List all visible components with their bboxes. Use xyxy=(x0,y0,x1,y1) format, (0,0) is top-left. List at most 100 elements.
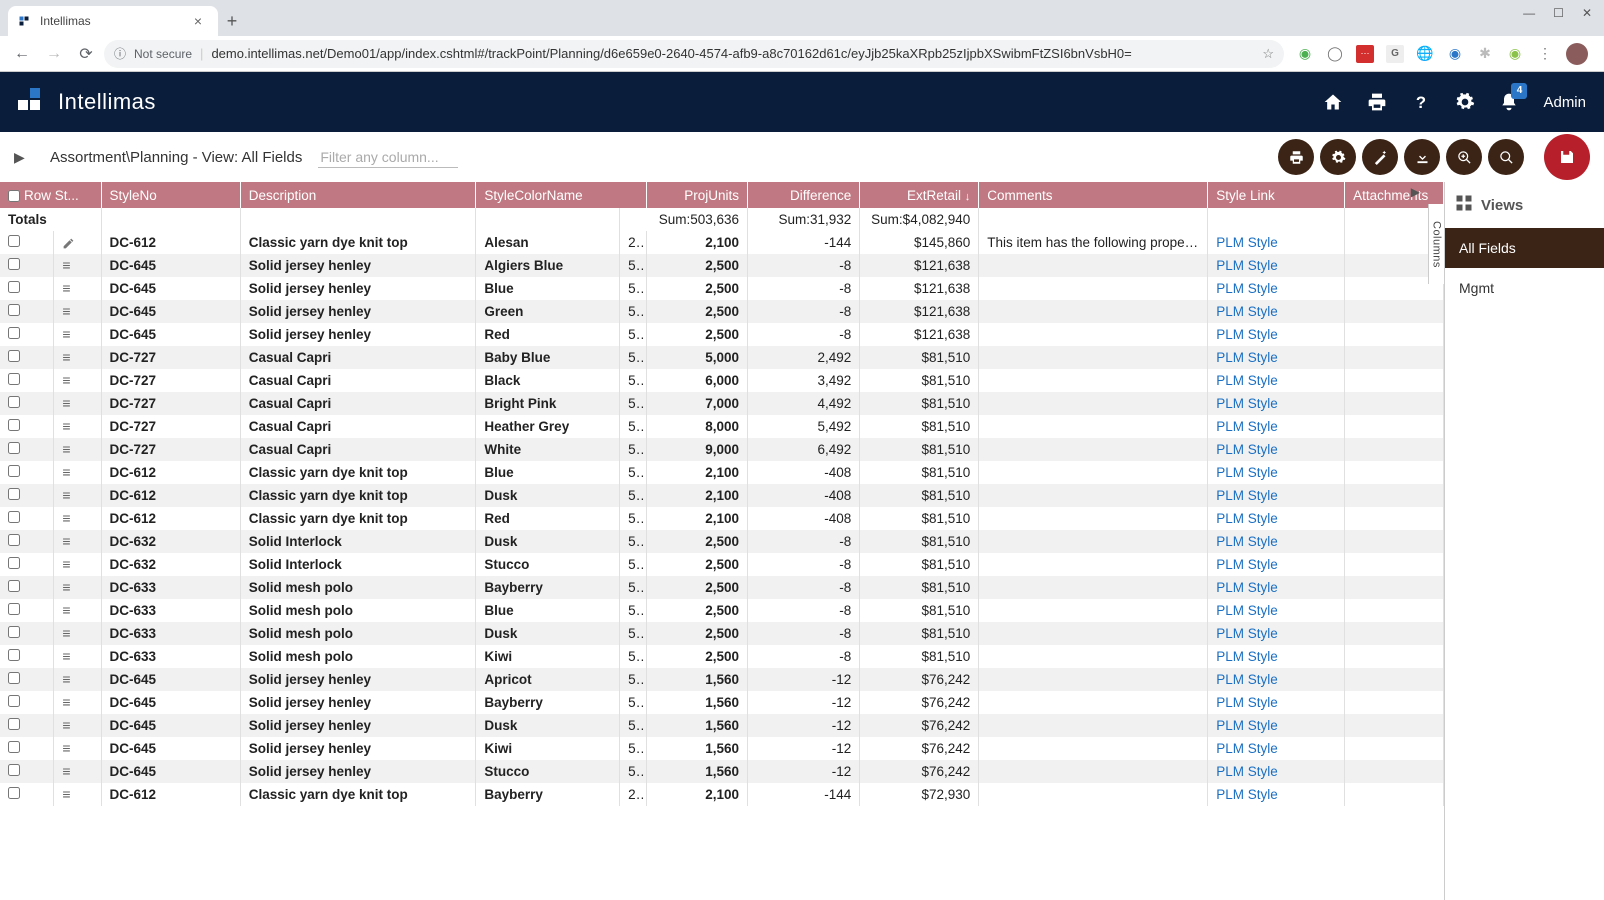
cell-ann[interactable]: 508 xyxy=(620,622,647,645)
cell-extretail[interactable]: $81,510 xyxy=(860,461,979,484)
cell-difference[interactable]: 4,492 xyxy=(748,392,860,415)
select-all-checkbox[interactable] xyxy=(8,190,20,202)
cell-description[interactable]: Solid jersey henley xyxy=(240,714,476,737)
cell-projunits[interactable]: 7,000 xyxy=(647,392,748,415)
cell-difference[interactable]: -8 xyxy=(748,300,860,323)
plm-style-link[interactable]: PLM Style xyxy=(1216,465,1278,480)
table-row[interactable]: ≡ DC-645 Solid jersey henley Stucco 572 … xyxy=(0,760,1444,783)
cell-stylecolor[interactable]: Bright Pink xyxy=(476,392,620,415)
cell-description[interactable]: Casual Capri xyxy=(240,438,476,461)
cell-projunits[interactable]: 2,500 xyxy=(647,323,748,346)
cell-styleno[interactable]: DC-632 xyxy=(101,530,240,553)
cell-description[interactable]: Solid jersey henley xyxy=(240,691,476,714)
cell-extretail[interactable]: $81,510 xyxy=(860,392,979,415)
cell-stylecolor[interactable]: Baby Blue xyxy=(476,346,620,369)
plm-style-link[interactable]: PLM Style xyxy=(1216,557,1278,572)
cell-extretail[interactable]: $121,638 xyxy=(860,300,979,323)
cell-description[interactable]: Classic yarn dye knit top xyxy=(240,507,476,530)
cell-comments[interactable] xyxy=(979,277,1208,300)
settings-button[interactable] xyxy=(1320,139,1356,175)
cell-extretail[interactable]: $81,510 xyxy=(860,438,979,461)
cell-styleno[interactable]: DC-645 xyxy=(101,668,240,691)
cell-attachments[interactable] xyxy=(1345,530,1444,553)
cell-projunits[interactable]: 2,500 xyxy=(647,530,748,553)
row-checkbox[interactable] xyxy=(8,488,20,500)
cell-extretail[interactable]: $81,510 xyxy=(860,553,979,576)
cell-projunits[interactable]: 2,100 xyxy=(647,507,748,530)
cell-comments[interactable] xyxy=(979,254,1208,277)
cell-projunits[interactable]: 9,000 xyxy=(647,438,748,461)
cell-description[interactable]: Solid mesh polo xyxy=(240,645,476,668)
cell-description[interactable]: Solid jersey henley xyxy=(240,277,476,300)
cell-styleno[interactable]: DC-633 xyxy=(101,576,240,599)
cell-styleno[interactable]: DC-612 xyxy=(101,507,240,530)
cell-difference[interactable]: 5,492 xyxy=(748,415,860,438)
cell-comments[interactable] xyxy=(979,691,1208,714)
cell-stylecolor[interactable]: White xyxy=(476,438,620,461)
row-checkbox[interactable] xyxy=(8,373,20,385)
cell-ann[interactable]: 508 xyxy=(620,346,647,369)
cell-styleno[interactable]: DC-645 xyxy=(101,254,240,277)
cell-attachments[interactable] xyxy=(1345,300,1444,323)
profile-avatar[interactable] xyxy=(1566,43,1588,65)
plm-style-link[interactable]: PLM Style xyxy=(1216,350,1278,365)
extension-icon[interactable]: G xyxy=(1386,45,1404,63)
cell-projunits[interactable]: 1,560 xyxy=(647,668,748,691)
cell-ann[interactable]: 244 xyxy=(620,783,647,806)
cell-ann[interactable]: 508 xyxy=(620,300,647,323)
extension-icon[interactable]: ◉ xyxy=(1506,45,1524,63)
admin-label[interactable]: Admin xyxy=(1543,94,1586,111)
cell-extretail[interactable]: $121,638 xyxy=(860,277,979,300)
cell-styleno[interactable]: DC-612 xyxy=(101,231,240,254)
cell-attachments[interactable] xyxy=(1345,737,1444,760)
cell-projunits[interactable]: 8,000 xyxy=(647,415,748,438)
row-menu-icon[interactable]: ≡ xyxy=(62,580,70,595)
row-menu-icon[interactable]: ≡ xyxy=(62,649,70,664)
cell-extretail[interactable]: $76,242 xyxy=(860,714,979,737)
cell-ann[interactable]: 572 xyxy=(620,668,647,691)
extension-icon[interactable]: ⋯ xyxy=(1356,45,1374,63)
cell-styleno[interactable]: DC-727 xyxy=(101,392,240,415)
cell-difference[interactable]: -8 xyxy=(748,622,860,645)
cell-styleno[interactable]: DC-645 xyxy=(101,737,240,760)
cell-ann[interactable]: 572 xyxy=(620,691,647,714)
cell-ann[interactable]: 508 xyxy=(620,576,647,599)
cell-projunits[interactable]: 2,500 xyxy=(647,277,748,300)
cell-extretail[interactable]: $81,510 xyxy=(860,507,979,530)
cell-extretail[interactable]: $81,510 xyxy=(860,576,979,599)
cell-comments[interactable] xyxy=(979,300,1208,323)
cell-description[interactable]: Casual Capri xyxy=(240,415,476,438)
row-menu-icon[interactable]: ≡ xyxy=(62,419,70,434)
cell-stylecolor[interactable]: Blue xyxy=(476,277,620,300)
row-checkbox[interactable] xyxy=(8,327,20,339)
cell-difference[interactable]: -8 xyxy=(748,599,860,622)
cell-difference[interactable]: -8 xyxy=(748,530,860,553)
row-menu-icon[interactable]: ≡ xyxy=(62,787,70,802)
col-header-description[interactable]: Description xyxy=(240,182,476,208)
cell-extretail[interactable]: $76,242 xyxy=(860,691,979,714)
row-checkbox[interactable] xyxy=(8,695,20,707)
plm-style-link[interactable]: PLM Style xyxy=(1216,373,1278,388)
table-row[interactable]: ≡ DC-612 Classic yarn dye knit top Blue … xyxy=(0,461,1444,484)
cell-extretail[interactable]: $81,510 xyxy=(860,599,979,622)
row-menu-icon[interactable]: ≡ xyxy=(62,603,70,618)
cell-attachments[interactable] xyxy=(1345,369,1444,392)
cell-description[interactable]: Solid jersey henley xyxy=(240,300,476,323)
cell-ann[interactable]: 508 xyxy=(620,484,647,507)
cell-attachments[interactable] xyxy=(1345,507,1444,530)
cell-difference[interactable]: -12 xyxy=(748,668,860,691)
row-checkbox[interactable] xyxy=(8,419,20,431)
data-grid[interactable]: ▶ Columns Row St... StyleNo Description … xyxy=(0,182,1444,900)
cell-projunits[interactable]: 1,560 xyxy=(647,760,748,783)
row-checkbox[interactable] xyxy=(8,465,20,477)
download-button[interactable] xyxy=(1404,139,1440,175)
cell-extretail[interactable]: $72,930 xyxy=(860,783,979,806)
row-checkbox[interactable] xyxy=(8,258,20,270)
cell-comments[interactable] xyxy=(979,576,1208,599)
row-checkbox[interactable] xyxy=(8,603,20,615)
browser-tab[interactable]: Intellimas × xyxy=(8,6,218,36)
table-row[interactable]: ≡ DC-727 Casual Capri Bright Pink 508 7,… xyxy=(0,392,1444,415)
cell-projunits[interactable]: 1,560 xyxy=(647,691,748,714)
cell-projunits[interactable]: 2,500 xyxy=(647,622,748,645)
cell-description[interactable]: Solid mesh polo xyxy=(240,576,476,599)
